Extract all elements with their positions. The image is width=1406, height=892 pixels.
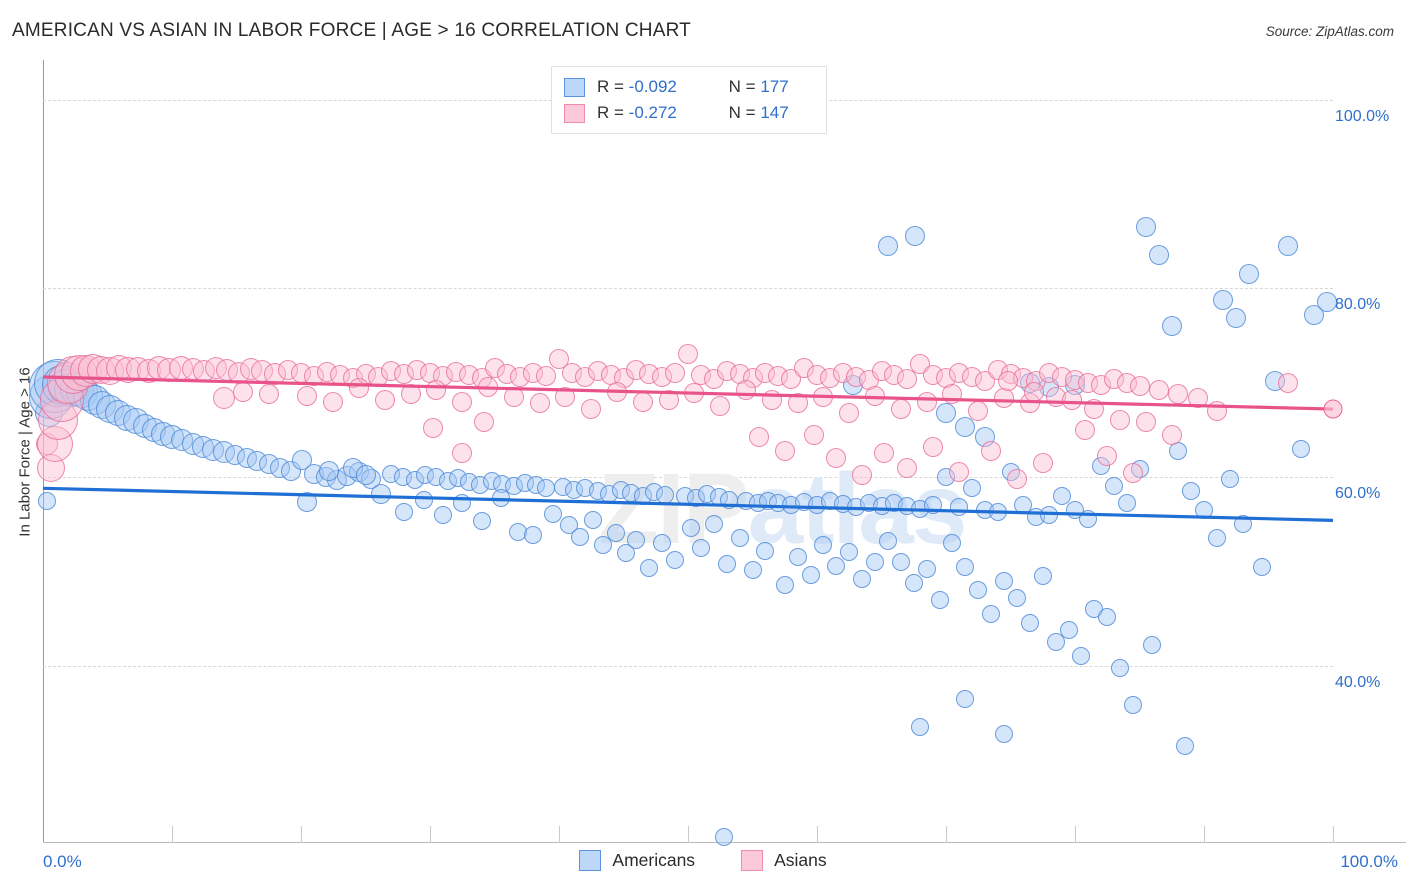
legend-color-asians — [741, 850, 764, 871]
source-attribution: Source: ZipAtlas.com — [1265, 24, 1394, 39]
y-tick-label-80: 80.0% — [1335, 296, 1381, 314]
legend-label-americans: Americans — [612, 850, 696, 870]
series-legend: Americans Asians — [0, 850, 1406, 871]
legend-swatch-asians — [564, 103, 585, 123]
r-label-americans: R = — [597, 77, 629, 96]
n-value-asians: 147 — [760, 103, 789, 122]
r-value-asians: -0.272 — [628, 103, 677, 122]
y-tick-label-40: 40.0% — [1335, 673, 1381, 691]
r-value-americans: -0.092 — [628, 77, 677, 96]
r-label-asians: R = — [597, 103, 629, 122]
stat-row-americans: R = -0.092 N = 177 — [564, 74, 814, 100]
legend-item-americans[interactable]: Americans — [579, 850, 695, 871]
legend-swatch-americans — [564, 77, 585, 97]
correlation-stats-legend: R = -0.092 N = 177 R = -0.272 N = 147 — [551, 66, 827, 134]
trendline-endpoint-marker — [1323, 399, 1343, 419]
stat-row-asians: R = -0.272 N = 147 — [564, 100, 814, 126]
plot-area: In Labor Force | Age > 16 ZIPatlas 40.0%… — [17, 60, 1406, 847]
legend-item-asians[interactable]: Asians — [741, 850, 827, 871]
chart-page: AMERICAN VS ASIAN IN LABOR FORCE | AGE >… — [0, 0, 1406, 892]
trendline-americans — [42, 486, 1334, 522]
y-tick-label-100: 100.0% — [1335, 107, 1390, 125]
trendline-asians — [42, 375, 1334, 411]
n-label-asians: N = — [728, 103, 761, 122]
legend-color-americans — [579, 850, 602, 871]
y-tick-label-60: 60.0% — [1335, 484, 1381, 502]
trend-lines — [42, 375, 1343, 522]
page-title: AMERICAN VS ASIAN IN LABOR FORCE | AGE >… — [12, 20, 691, 41]
n-value-americans: 177 — [760, 77, 789, 96]
x-tick-100 — [1333, 826, 1334, 843]
legend-label-asians: Asians — [774, 850, 827, 870]
n-label-americans: N = — [728, 77, 761, 96]
